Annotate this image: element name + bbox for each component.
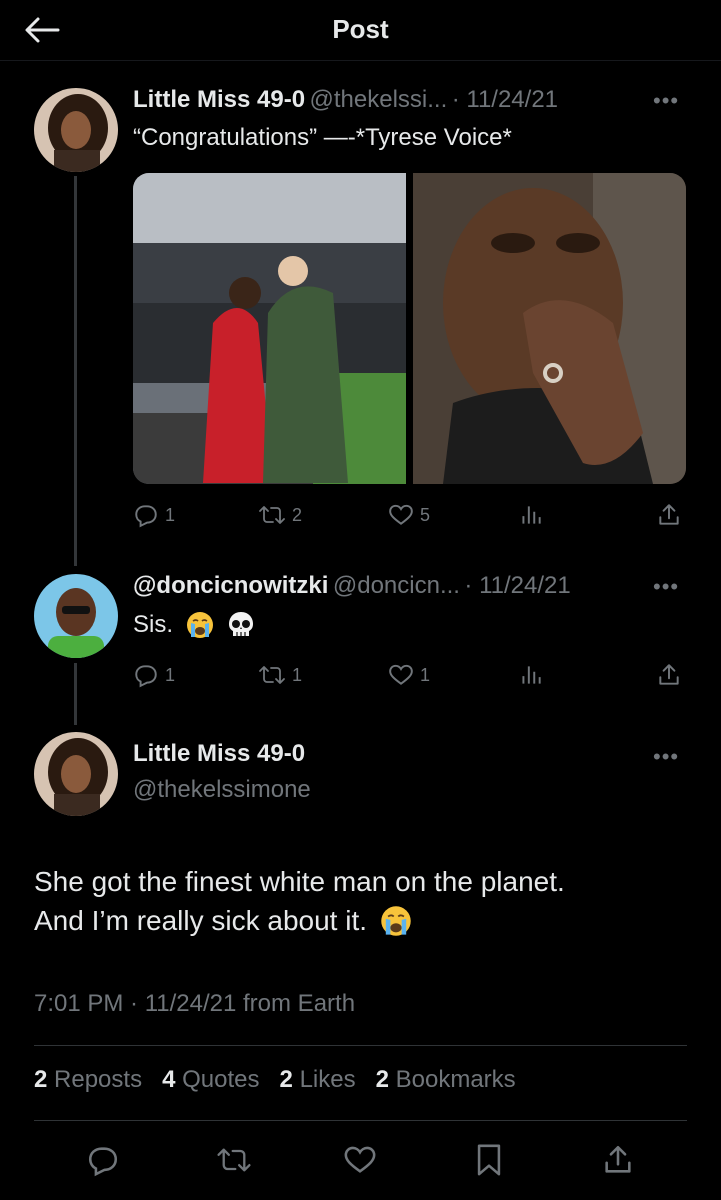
- post-timestamp[interactable]: 7:01 PM · 11/24/21 from Earth: [34, 990, 355, 1018]
- display-name[interactable]: Little Miss 49-0: [133, 86, 305, 113]
- reply-button[interactable]: 1: [133, 662, 175, 688]
- reply-icon: [135, 505, 157, 528]
- reply-count: 1: [165, 664, 176, 685]
- tweet-body: Sis.: [133, 610, 255, 640]
- repost-count: 2: [292, 504, 303, 525]
- like-count: 5: [420, 504, 431, 525]
- share-icon: [659, 504, 679, 525]
- tweet-date[interactable]: · 11/24/21: [452, 86, 558, 113]
- skull-icon: [229, 612, 254, 636]
- media-grid[interactable]: [133, 173, 686, 484]
- reposts-stat[interactable]: 2 Reposts: [34, 1066, 142, 1093]
- post-text-line-2-row: And I’m really sick about it.: [34, 904, 413, 938]
- top-bar: Post: [0, 0, 721, 61]
- like-button[interactable]: 1: [388, 662, 430, 688]
- like-button[interactable]: 5: [388, 502, 430, 528]
- display-name[interactable]: Little Miss 49-0: [133, 740, 305, 768]
- page-title: Post: [332, 14, 389, 44]
- photo-stadium[interactable]: [133, 173, 406, 484]
- handle[interactable]: @doncicn...: [333, 572, 460, 599]
- photo-crying-man[interactable]: [413, 173, 686, 484]
- reply-icon: [135, 665, 157, 688]
- views-icon: [522, 666, 541, 684]
- crying-face-icon: [381, 906, 411, 936]
- divider: [34, 1045, 687, 1046]
- tweet-text: Sis.: [133, 611, 174, 638]
- likes-stat[interactable]: 2 Likes: [280, 1066, 356, 1093]
- like-count: 1: [420, 664, 431, 685]
- reply-button[interactable]: [83, 1140, 123, 1180]
- handle[interactable]: @thekelssimone: [133, 776, 311, 804]
- heart-icon: [344, 1146, 376, 1173]
- handle[interactable]: @thekelssi...: [310, 86, 448, 113]
- like-button[interactable]: [340, 1140, 380, 1180]
- display-name[interactable]: @doncicnowitzki: [133, 572, 328, 599]
- share-button[interactable]: [598, 1140, 638, 1180]
- views-button[interactable]: [518, 662, 544, 688]
- share-button[interactable]: [656, 662, 682, 688]
- repost-button[interactable]: [214, 1140, 254, 1180]
- share-icon: [605, 1145, 631, 1173]
- views-button[interactable]: [518, 502, 544, 528]
- bookmarks-stat[interactable]: 2 Bookmarks: [376, 1066, 516, 1093]
- crying-face-icon: [187, 612, 214, 638]
- post-stats: 2 Reposts 4 Quotes 2 Likes 2 Bookmarks: [34, 1066, 516, 1094]
- tweet-date[interactable]: · 11/24/21: [464, 572, 570, 599]
- reply-count: 1: [165, 504, 176, 525]
- avatar[interactable]: [34, 88, 118, 172]
- avatar[interactable]: [34, 732, 118, 816]
- heart-icon: [389, 504, 413, 525]
- post-text-line-1: She got the finest white man on the plan…: [34, 866, 565, 897]
- tweet-header: Little Miss 49-0 @thekelssi... · 11/24/2…: [133, 86, 633, 114]
- quotes-stat[interactable]: 4 Quotes: [162, 1066, 259, 1093]
- tweet-text: “Congratulations” —-*Tyrese Voice*: [133, 124, 512, 151]
- repost-button[interactable]: 2: [258, 502, 302, 528]
- repost-icon: [259, 666, 285, 684]
- bookmark-button[interactable]: [469, 1140, 509, 1180]
- more-icon[interactable]: •••: [653, 574, 679, 600]
- bookmark-icon: [477, 1144, 501, 1176]
- more-icon[interactable]: •••: [653, 744, 679, 770]
- tweet-actions: 1 2 5: [0, 500, 721, 530]
- heart-icon: [389, 664, 413, 685]
- reply-button[interactable]: 1: [133, 502, 175, 528]
- tweet-header: @doncicnowitzki @doncicn... · 11/24/21: [133, 572, 633, 600]
- share-icon: [659, 664, 679, 685]
- share-button[interactable]: [656, 502, 682, 528]
- more-icon[interactable]: •••: [653, 88, 679, 114]
- divider: [34, 1120, 687, 1121]
- reply-icon: [88, 1147, 118, 1177]
- repost-icon: [259, 506, 285, 524]
- repost-button[interactable]: 1: [258, 662, 302, 688]
- tweet-actions: 1 1 1: [0, 660, 721, 690]
- views-icon: [522, 506, 541, 524]
- repost-count: 1: [292, 664, 303, 685]
- avatar[interactable]: [34, 574, 118, 658]
- post-text-line-2: And I’m really sick about it.: [34, 905, 368, 936]
- repost-icon: [217, 1148, 251, 1172]
